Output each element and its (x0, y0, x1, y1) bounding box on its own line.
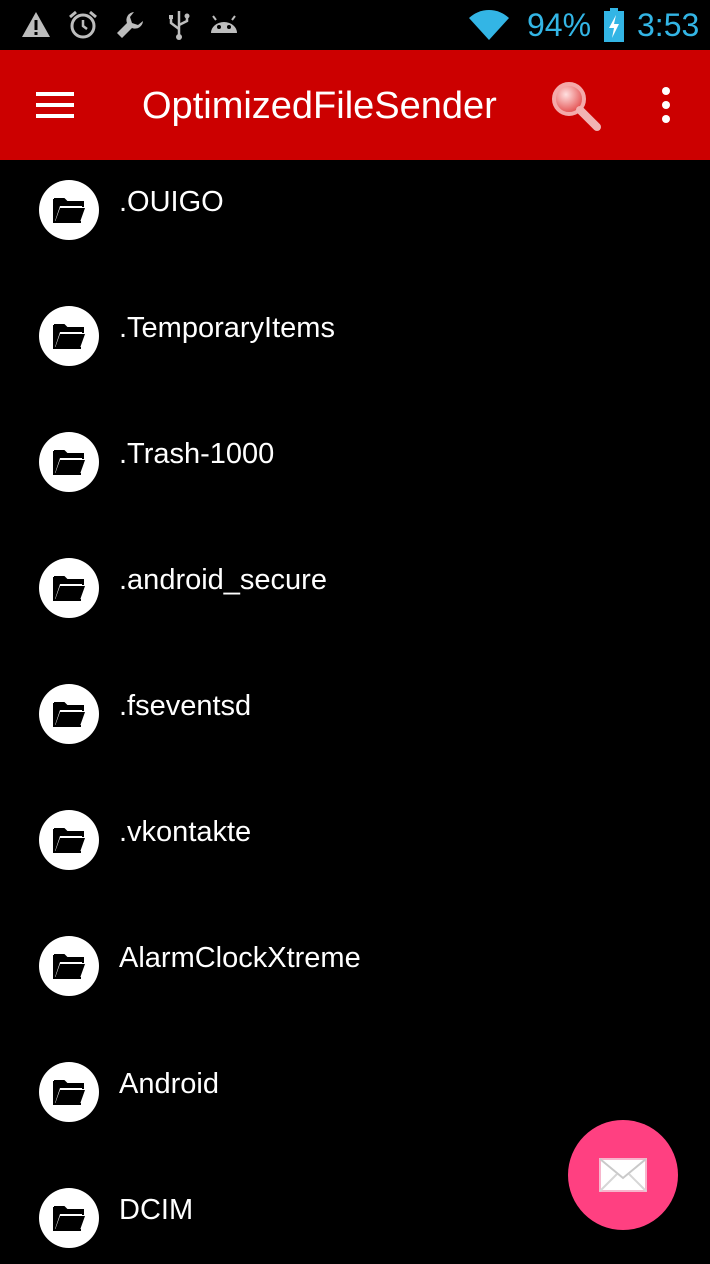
folder-name: .android_secure (119, 564, 327, 596)
folder-icon (53, 828, 85, 853)
list-item[interactable]: .Trash-1000 (0, 382, 710, 508)
folder-icon (53, 450, 85, 475)
folder-name: .vkontakte (119, 816, 252, 848)
app-bar: OptimizedFileSender (0, 50, 710, 160)
folder-name: .TemporaryItems (119, 312, 335, 344)
warning-icon (22, 12, 50, 37)
usb-icon (169, 11, 190, 40)
envelope-icon (599, 1158, 647, 1192)
search-icon (552, 82, 601, 131)
android-debug-icon (211, 15, 237, 33)
menu-icon (36, 92, 74, 118)
overflow-menu-button[interactable] (648, 80, 684, 130)
folder-avatar (39, 1062, 99, 1122)
folder-icon (53, 324, 85, 349)
navigation-drawer-button[interactable] (24, 80, 86, 130)
folder-icon (53, 1206, 85, 1231)
battery-charging-icon (604, 8, 624, 42)
folder-name: AlarmClockXtreme (119, 942, 361, 974)
wifi-icon (469, 10, 509, 40)
folder-name: DCIM (119, 1194, 194, 1226)
alarm-clock-icon (69, 10, 97, 39)
list-item[interactable]: Android (0, 1012, 710, 1138)
folder-name: Android (119, 1068, 219, 1100)
folder-name: .fseventsd (119, 690, 252, 722)
file-list: .OUIGO .TemporaryItems .Trash-1000 .andr… (0, 160, 710, 1264)
folder-icon (53, 576, 85, 601)
folder-avatar (39, 558, 99, 618)
folder-avatar (39, 432, 99, 492)
list-item[interactable]: .vkontakte (0, 760, 710, 886)
folder-name: .OUIGO (119, 186, 224, 218)
folder-name: .Trash-1000 (119, 438, 275, 470)
list-item[interactable]: .TemporaryItems (0, 256, 710, 382)
overflow-menu-icon (662, 87, 670, 123)
list-item[interactable]: AlarmClockXtreme (0, 886, 710, 1012)
search-button[interactable] (546, 77, 606, 133)
send-fab-button[interactable] (568, 1120, 678, 1230)
wrench-icon (117, 12, 143, 38)
folder-avatar (39, 810, 99, 870)
folder-icon (53, 954, 85, 979)
folder-icon (53, 1080, 85, 1105)
folder-avatar (39, 936, 99, 996)
folder-avatar (39, 684, 99, 744)
folder-avatar (39, 1188, 99, 1248)
battery-percentage: 94% (527, 7, 592, 43)
folder-avatar (39, 306, 99, 366)
list-item[interactable]: .fseventsd (0, 634, 710, 760)
folder-avatar (39, 180, 99, 240)
list-item[interactable]: .android_secure (0, 508, 710, 634)
folder-icon (53, 702, 85, 727)
list-item[interactable]: .OUIGO (0, 160, 710, 256)
folder-icon (53, 198, 85, 223)
status-bar: 94% 3:53 (0, 0, 710, 50)
app-title: OptimizedFileSender (142, 85, 497, 127)
clock: 3:53 (637, 7, 700, 43)
